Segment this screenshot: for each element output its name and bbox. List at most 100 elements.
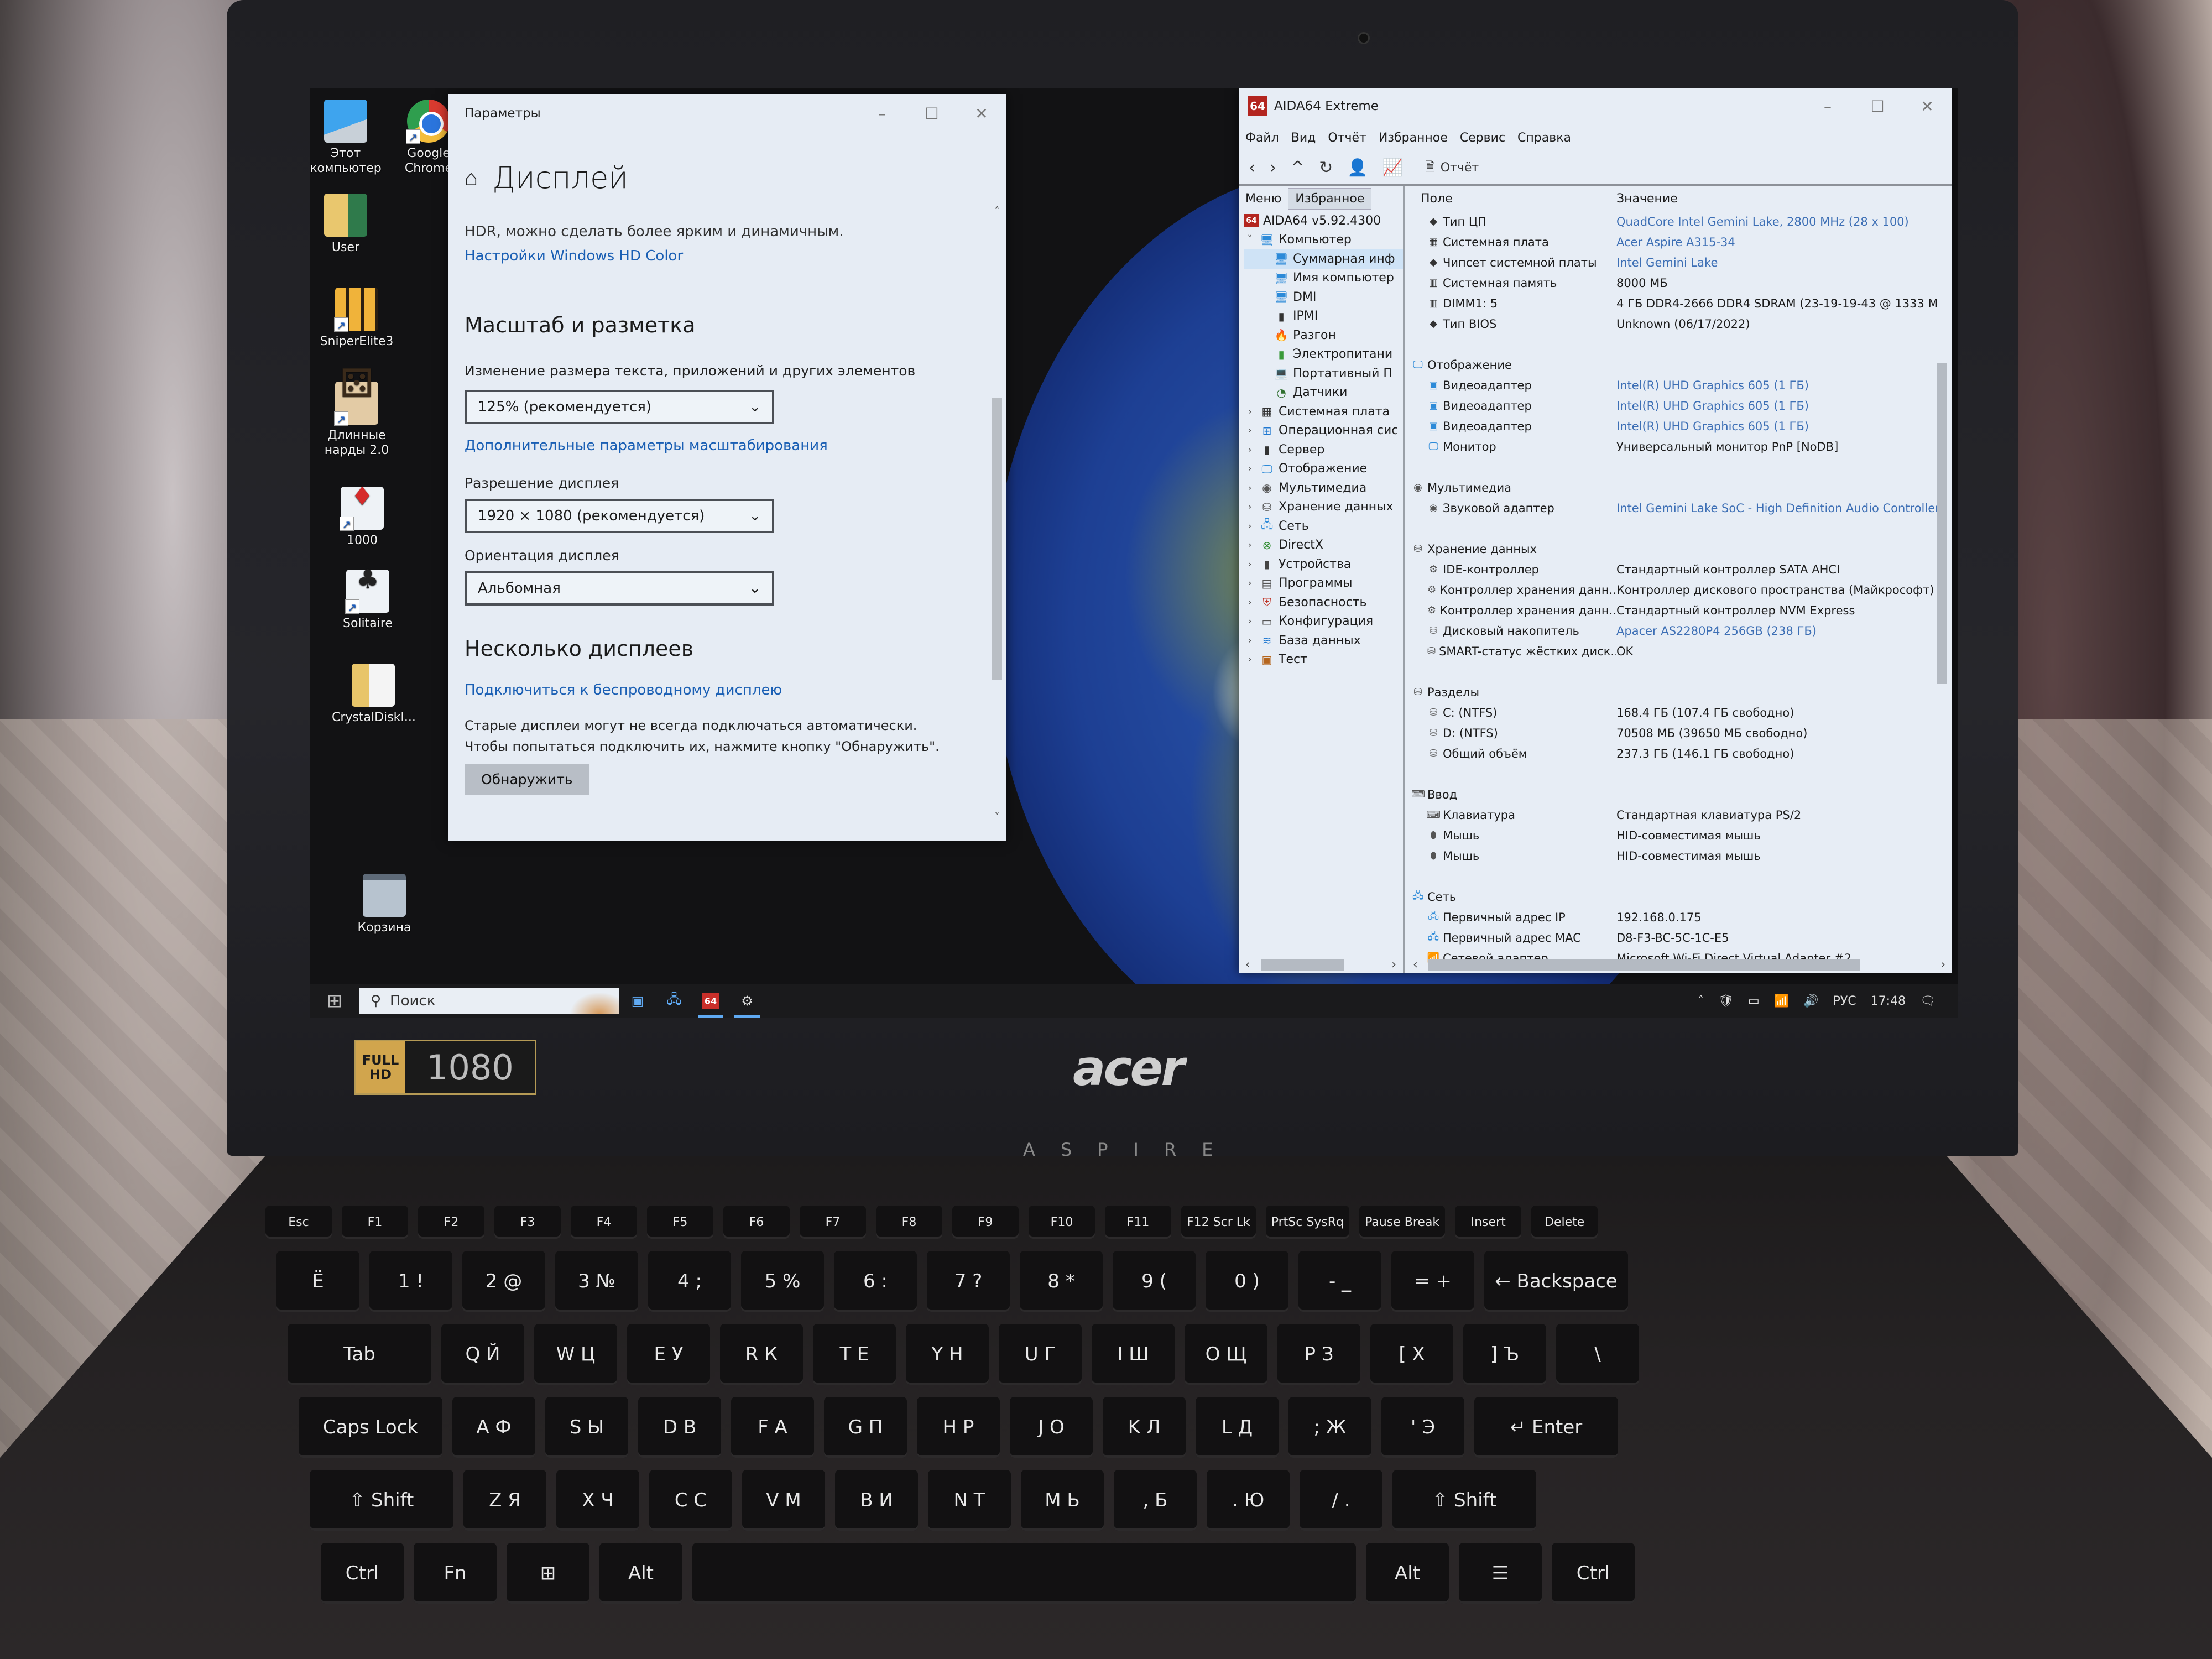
- keyboard-key[interactable]: ] Ъ: [1463, 1324, 1546, 1385]
- keyboard-key[interactable]: O Щ: [1185, 1324, 1267, 1385]
- column-field[interactable]: Поле: [1406, 192, 1616, 206]
- detail-row[interactable]: ▣ Видеоадаптер Intel(R) UHD Graphics 605 (…: [1412, 395, 1952, 416]
- chevron-right-icon[interactable]: ›: [1244, 425, 1255, 436]
- detail-row[interactable]: ⛁ Дисковый накопитель Apacer AS2280P4 256G…: [1412, 620, 1952, 641]
- keyboard-key[interactable]: ⇧ Shift: [310, 1470, 453, 1531]
- keyboard-key[interactable]: 4 ;: [648, 1251, 731, 1312]
- chevron-down-icon[interactable]: ˅: [1244, 234, 1255, 246]
- keyboard-key[interactable]: F А: [731, 1397, 814, 1458]
- menu-item[interactable]: Избранное: [1379, 131, 1448, 145]
- keyboard-key[interactable]: PrtSc SysRq: [1265, 1206, 1350, 1239]
- tree-item[interactable]: › ▮ Сервер: [1244, 440, 1403, 460]
- menu-item[interactable]: Справка: [1517, 131, 1571, 145]
- detail-row[interactable]: ⬮ Мышь HID-совместимая мышь: [1412, 825, 1952, 846]
- value-link[interactable]: QuadCore Intel Gemini Lake, 2800 MHz (28…: [1616, 215, 1952, 228]
- value-link[interactable]: Intel Gemini Lake SoC - High Definition …: [1616, 502, 1952, 515]
- keyboard-key[interactable]: / .: [1300, 1470, 1383, 1531]
- desktop-icon[interactable]: User: [310, 194, 387, 255]
- detail-row[interactable]: ⚙ Контроллер хранения данн... Контроллер д…: [1412, 580, 1952, 600]
- chevron-right-icon[interactable]: ›: [1244, 654, 1255, 665]
- keyboard-key[interactable]: ↵ Enter: [1474, 1397, 1618, 1458]
- keyboard-key[interactable]: 5 %: [741, 1251, 824, 1312]
- keyboard-key[interactable]: Q Й: [441, 1324, 524, 1385]
- keyboard-key[interactable]: Pause Break: [1359, 1206, 1446, 1239]
- detail-row[interactable]: 🖵 Монитор Универсальный монитор PnP [NoDB]: [1412, 436, 1952, 457]
- tree-item[interactable]: › ▣ Тест: [1244, 650, 1403, 670]
- refresh-icon[interactable]: ↻: [1319, 158, 1333, 178]
- keyboard-key[interactable]: F3: [494, 1206, 561, 1239]
- chevron-right-icon[interactable]: ›: [1244, 577, 1255, 589]
- tree-item[interactable]: › 🖵 Отображение: [1244, 460, 1403, 479]
- keyboard-key[interactable]: F7: [800, 1206, 866, 1239]
- chevron-right-icon[interactable]: ›: [1244, 520, 1255, 532]
- keyboard-key[interactable]: F8: [876, 1206, 942, 1239]
- scroll-down-icon[interactable]: ˅: [990, 811, 1004, 824]
- detail-row[interactable]: ▣ Видеоадаптер Intel(R) UHD Graphics 605 (…: [1412, 375, 1952, 395]
- keyboard-key[interactable]: 2 @: [462, 1251, 545, 1312]
- tree-item[interactable]: › 🖧 Сеть: [1244, 517, 1403, 536]
- column-value[interactable]: Значение: [1616, 192, 1678, 206]
- chevron-right-icon[interactable]: ›: [1244, 559, 1255, 570]
- keyboard-key[interactable]: . Ю: [1207, 1470, 1290, 1531]
- tree-item[interactable]: › ≋ База данных: [1244, 631, 1403, 650]
- scrollbar-thumb[interactable]: [992, 398, 1002, 680]
- scroll-up-icon[interactable]: ˄: [990, 205, 1004, 218]
- detect-button[interactable]: Обнаружить: [465, 764, 589, 795]
- keyboard-key[interactable]: 1 !: [369, 1251, 452, 1312]
- keyboard-key[interactable]: Ё: [276, 1251, 359, 1312]
- detail-row[interactable]: 🖧 Первичный адрес IP 192.168.0.175: [1412, 907, 1952, 927]
- keyboard-key[interactable]: U Г: [999, 1324, 1082, 1385]
- keyboard-key[interactable]: F4: [571, 1206, 637, 1239]
- chevron-right-icon[interactable]: ›: [1244, 635, 1255, 646]
- keyboard-key[interactable]: Esc: [265, 1206, 332, 1239]
- keyboard-key[interactable]: 8 *: [1020, 1251, 1103, 1312]
- keyboard-key[interactable]: 0 ): [1206, 1251, 1288, 1312]
- user-icon[interactable]: 👤: [1347, 158, 1368, 178]
- tree-item[interactable]: 🖥 DMI: [1244, 288, 1403, 307]
- tree-item[interactable]: 💻 Портативный П: [1244, 364, 1403, 383]
- chevron-right-icon[interactable]: ›: [1244, 444, 1255, 456]
- keyboard-key[interactable]: F5: [647, 1206, 713, 1239]
- detail-row[interactable]: ◆ Чипсет системной платы Intel Gemini Lake: [1412, 252, 1952, 273]
- menu-item[interactable]: Вид: [1291, 131, 1316, 145]
- language-indicator[interactable]: РУС: [1833, 994, 1856, 1008]
- keyboard-key[interactable]: J О: [1010, 1397, 1093, 1458]
- keyboard-key[interactable]: = +: [1391, 1251, 1474, 1312]
- keyboard-key[interactable]: ; Ж: [1288, 1397, 1371, 1458]
- tree-root[interactable]: 64 AIDA64 v5.92.4300: [1244, 211, 1403, 231]
- keyboard-key[interactable]: I Ш: [1092, 1324, 1175, 1385]
- back-icon[interactable]: ‹: [1249, 158, 1255, 178]
- keyboard-key[interactable]: P З: [1277, 1324, 1360, 1385]
- desktop-icon[interactable]: Корзина: [343, 874, 426, 935]
- detail-row[interactable]: 🖧 Первичный адрес MAC D8-F3-BC-5C-1C-E5: [1412, 927, 1952, 948]
- search-input[interactable]: ⚲ Поиск: [359, 988, 619, 1014]
- keyboard-key[interactable]: Alt: [599, 1543, 682, 1604]
- keyboard-key[interactable]: Ctrl: [1552, 1543, 1635, 1604]
- detail-row[interactable]: ⌨ Клавиатура Стандартная клавиатура PS/2: [1412, 805, 1952, 825]
- keyboard-key[interactable]: Z Я: [463, 1470, 546, 1531]
- detail-row[interactable]: ◆ Тип ЦП QuadCore Intel Gemini Lake, 2800 …: [1412, 211, 1952, 232]
- notification-icon[interactable]: 🗨: [1920, 994, 1936, 1008]
- chevron-right-icon[interactable]: ›: [1244, 539, 1255, 551]
- desktop-icon[interactable]: Этот компьютер: [310, 100, 387, 176]
- keyboard-key[interactable]: Caps Lock: [299, 1397, 442, 1458]
- keyboard-key[interactable]: 3 №: [555, 1251, 638, 1312]
- detail-row[interactable]: ▥ Системная память 8000 МБ: [1412, 273, 1952, 293]
- desktop-icon[interactable]: ↗ Solitaire: [326, 570, 409, 631]
- detail-row[interactable]: ⛁ D: (NTFS) 70508 МБ (39650 МБ свободно): [1412, 723, 1952, 743]
- taskbar-settings[interactable]: ⚙: [729, 984, 765, 1018]
- scrollbar-thumb[interactable]: [1261, 959, 1344, 971]
- keyboard-key[interactable]: V М: [742, 1470, 825, 1531]
- keyboard-key[interactable]: ← Backspace: [1484, 1251, 1628, 1312]
- keyboard-key[interactable]: M Ь: [1021, 1470, 1104, 1531]
- tree-item[interactable]: 🖥 Суммарная инф: [1244, 249, 1403, 269]
- value-link[interactable]: Apacer AS2280P4 256GB (238 ГБ): [1616, 624, 1952, 638]
- tree-item[interactable]: › ◉ Мультимедиа: [1244, 478, 1403, 498]
- keyboard-key[interactable]: N Т: [928, 1470, 1011, 1531]
- menu-item[interactable]: Отчёт: [1328, 131, 1366, 145]
- tree-item[interactable]: › ⛁ Хранение данных: [1244, 498, 1403, 517]
- keyboard-key[interactable]: \: [1556, 1324, 1639, 1385]
- keyboard-key[interactable]: Ctrl: [321, 1543, 404, 1604]
- keyboard-key[interactable]: T Е: [813, 1324, 896, 1385]
- chevron-right-icon[interactable]: ›: [1244, 406, 1255, 418]
